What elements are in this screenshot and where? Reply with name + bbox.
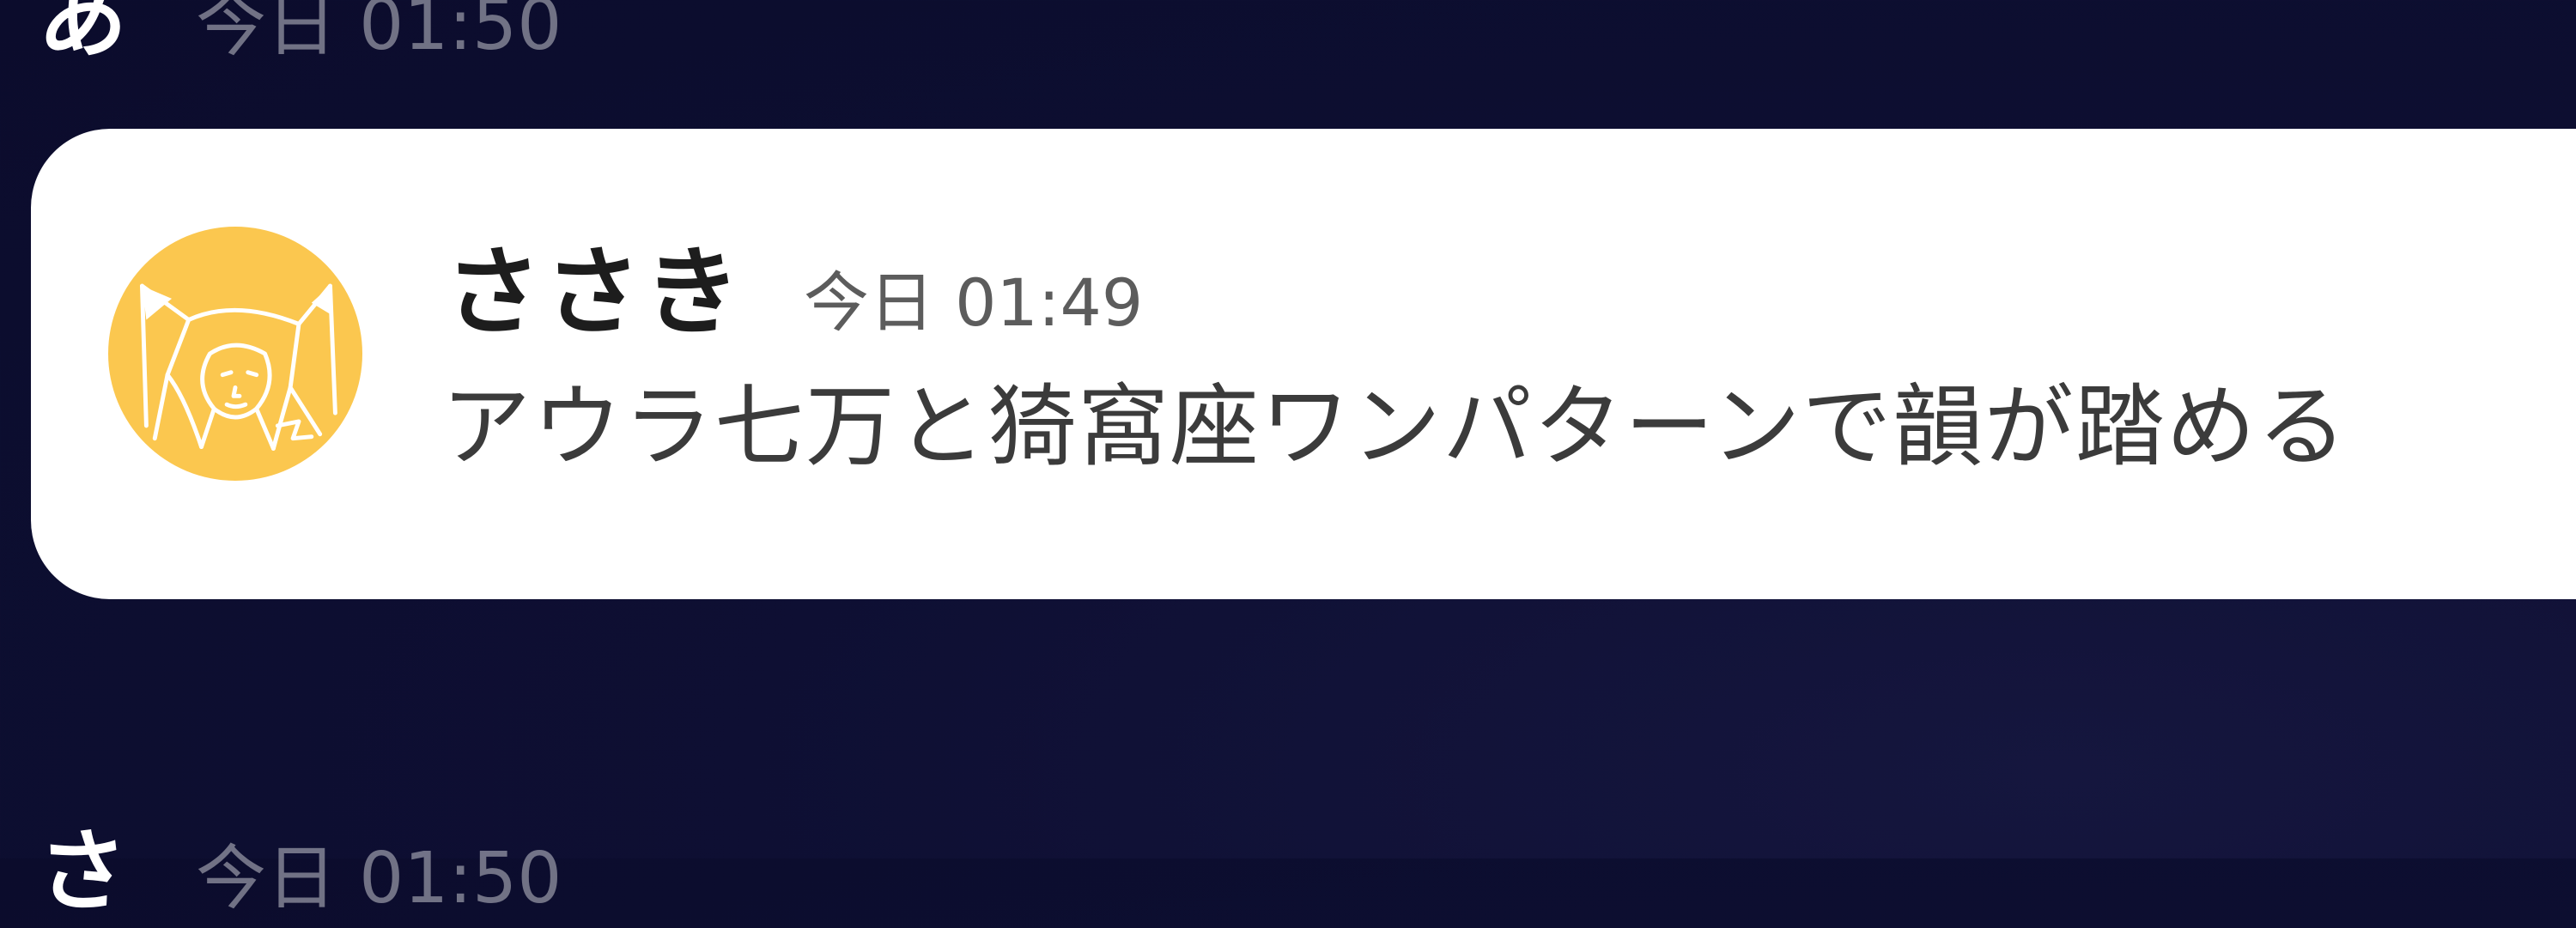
next-message-sender: さ: [38, 819, 128, 924]
previous-message-time: 今日 01:50: [196, 0, 562, 66]
next-message[interactable]: さ 今日 01:50: [38, 798, 562, 928]
next-message-time: 今日 01:50: [196, 838, 562, 919]
avatar[interactable]: [108, 227, 362, 481]
notification-header: ささき 今日 01:49: [445, 215, 1143, 354]
sender-name: ささき: [445, 237, 744, 349]
message-text: アウラ七万と猗窩座ワンパターンで韻が踏める: [441, 374, 2348, 479]
previous-message[interactable]: あ 今日 01:50: [38, 0, 562, 75]
notification-card[interactable]: ささき 今日 01:49 アウラ七万と猗窩座ワンパターンで韻が踏める: [31, 129, 2576, 599]
previous-message-sender: あ: [38, 0, 128, 70]
cat-sketch-avatar-icon: [140, 283, 337, 451]
message-timestamp: 今日 01:49: [804, 264, 1144, 341]
